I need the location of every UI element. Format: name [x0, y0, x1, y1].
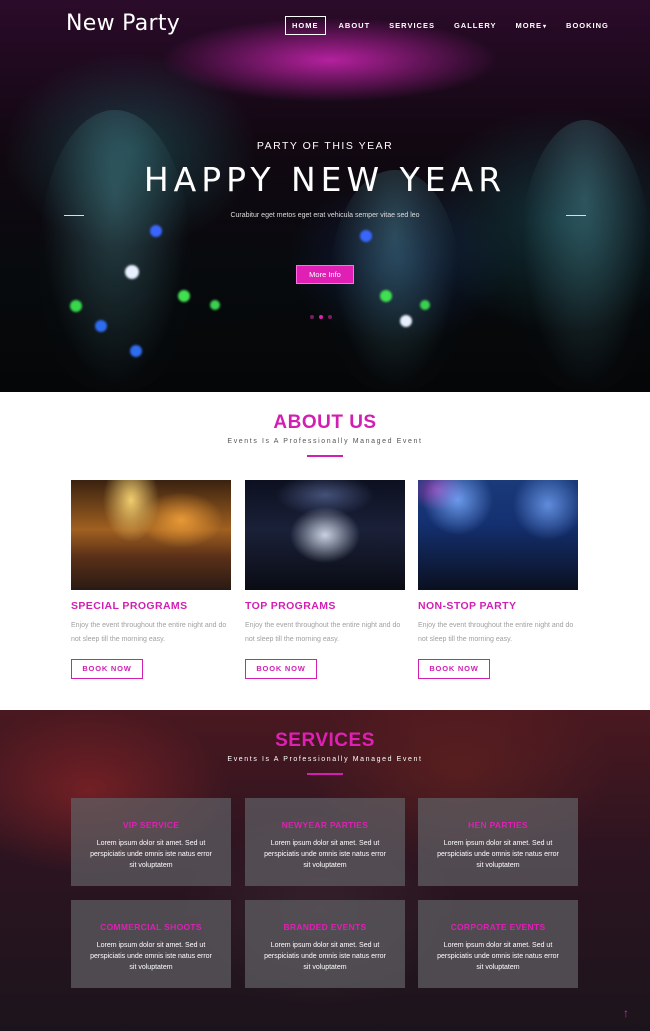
- light-blob: [420, 300, 430, 310]
- card-title: NON-STOP PARTY: [418, 600, 517, 612]
- more-info-button[interactable]: More Info: [296, 265, 354, 284]
- nav-gallery[interactable]: GALLERY: [448, 17, 503, 34]
- book-now-button[interactable]: BOOK NOW: [418, 659, 490, 679]
- service-title: NEWYEAR PARTIES: [281, 820, 369, 830]
- arrow-up-icon[interactable]: ↑: [616, 1003, 636, 1023]
- service-card: COMMERCIAL SHOOTS Lorem ipsum dolor sit …: [71, 900, 231, 988]
- about-section: ABOUT US Events Is A Professionally Mana…: [0, 392, 650, 710]
- services-subtitle: Events Is A Professionally Managed Event: [227, 756, 423, 763]
- service-title: COMMERCIAL SHOOTS: [100, 922, 202, 932]
- light-blob: [130, 345, 142, 357]
- light-blob: [380, 290, 392, 302]
- service-text: Lorem ipsum dolor sit amet. Sed ut persp…: [90, 840, 212, 869]
- caret-down-icon: ▾: [543, 24, 548, 30]
- main-nav: HOME ABOUT SERVICES GALLERY MORE▾ BOOKIN…: [285, 16, 622, 35]
- service-title: CORPORATE EVENTS: [450, 922, 546, 932]
- service-card: VIP SERVICE Lorem ipsum dolor sit amet. …: [71, 798, 231, 886]
- services-title: SERVICES: [275, 730, 375, 751]
- slider-dot[interactable]: [328, 315, 332, 319]
- light-blob: [400, 315, 412, 327]
- book-now-button[interactable]: BOOK NOW: [245, 659, 317, 679]
- about-card: NON-STOP PARTY Enjoy the event throughou…: [418, 480, 578, 679]
- light-blob: [95, 320, 107, 332]
- live-performers-image: [418, 480, 578, 590]
- card-title: SPECIAL PROGRAMS: [71, 600, 188, 612]
- service-title: BRANDED EVENTS: [283, 922, 367, 932]
- service-title: HEN PARTIES: [468, 820, 528, 830]
- hero-title: HAPPY NEW YEAR: [143, 160, 507, 199]
- about-subtitle: Events Is A Professionally Managed Event: [227, 438, 423, 445]
- card-text: Enjoy the event throughout the entire ni…: [418, 622, 574, 643]
- nav-about[interactable]: ABOUT: [333, 17, 377, 34]
- nav-more[interactable]: MORE▾: [510, 17, 554, 34]
- hero-kicker: PARTY OF THIS YEAR: [256, 140, 394, 152]
- book-now-button[interactable]: BOOK NOW: [71, 659, 143, 679]
- service-text: Lorem ipsum dolor sit amet. Sed ut persp…: [264, 942, 386, 971]
- service-card: CORPORATE EVENTS Lorem ipsum dolor sit a…: [418, 900, 578, 988]
- light-blob: [150, 225, 162, 237]
- hero-banner: New Party HOME ABOUT SERVICES GALLERY MO…: [0, 0, 650, 392]
- about-card: SPECIAL PROGRAMS Enjoy the event through…: [71, 480, 231, 679]
- hero-subtitle: Curabitur eget metos eget erat vehicula …: [230, 212, 420, 219]
- card-text: Enjoy the event throughout the entire ni…: [71, 622, 227, 643]
- nav-services[interactable]: SERVICES: [383, 17, 441, 34]
- stage-band-image: [245, 480, 405, 590]
- light-blob: [125, 265, 139, 279]
- concert-crowd-image: [71, 480, 231, 590]
- slider-dot[interactable]: [310, 315, 314, 319]
- service-text: Lorem ipsum dolor sit amet. Sed ut persp…: [437, 840, 559, 869]
- nav-booking[interactable]: BOOKING: [560, 17, 615, 34]
- card-title: TOP PROGRAMS: [245, 600, 336, 612]
- slider-dots: [310, 315, 332, 319]
- about-card: TOP PROGRAMS Enjoy the event throughout …: [245, 480, 405, 679]
- service-card: NEWYEAR PARTIES Lorem ipsum dolor sit am…: [245, 798, 405, 886]
- service-card: BRANDED EVENTS Lorem ipsum dolor sit ame…: [245, 900, 405, 988]
- slider-dot-active[interactable]: [319, 315, 323, 319]
- about-title: ABOUT US: [273, 412, 377, 433]
- light-blob: [210, 300, 220, 310]
- service-title: VIP SERVICE: [122, 820, 180, 830]
- about-title-underline: [307, 455, 343, 457]
- light-blob: [70, 300, 82, 312]
- services-title-underline: [307, 773, 343, 775]
- nav-home[interactable]: HOME: [285, 16, 326, 35]
- site-logo[interactable]: New Party: [66, 11, 180, 36]
- light-blob: [360, 230, 372, 242]
- light-blob: [178, 290, 190, 302]
- service-card: HEN PARTIES Lorem ipsum dolor sit amet. …: [418, 798, 578, 886]
- nav-more-label: MORE: [515, 21, 543, 30]
- service-text: Lorem ipsum dolor sit amet. Sed ut persp…: [437, 942, 559, 971]
- card-text: Enjoy the event throughout the entire ni…: [245, 622, 401, 643]
- services-section: SERVICES Events Is A Professionally Mana…: [0, 710, 650, 1031]
- crowd-silhouette: [40, 110, 190, 390]
- service-text: Lorem ipsum dolor sit amet. Sed ut persp…: [264, 840, 386, 869]
- service-text: Lorem ipsum dolor sit amet. Sed ut persp…: [90, 942, 212, 971]
